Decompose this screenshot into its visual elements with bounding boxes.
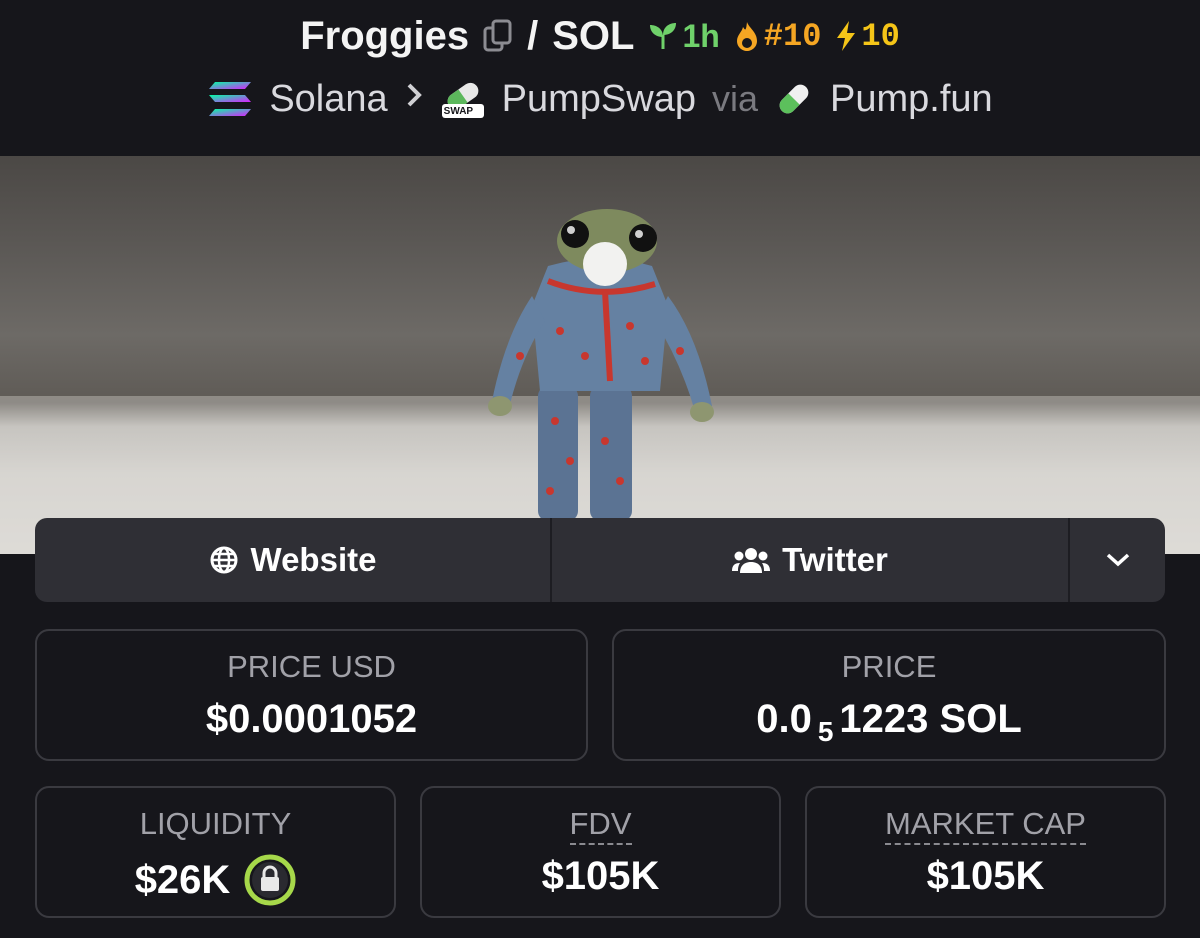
dex-link[interactable]: PumpSwap [502, 78, 696, 121]
liquidity-value-row: $26K [37, 854, 394, 906]
website-label: Website [250, 541, 377, 578]
price-native-zero-count: 5 [817, 715, 834, 747]
lock-icon[interactable] [244, 854, 296, 906]
pumpswap-badge-text: SWAP [443, 106, 474, 117]
price-usd-value: $0.0001052 [205, 697, 418, 741]
price-usd-card: PRICE USD $0.0001052 [35, 629, 588, 761]
price-native-prefix: 0.0 [756, 697, 812, 741]
fdv-label[interactable]: FDV [569, 806, 632, 845]
pair-age-badge: 1h [648, 17, 720, 55]
market-cap-card: MARKET CAP $105K [805, 786, 1166, 918]
solana-logo-icon [209, 82, 252, 116]
liquidity-card: LIQUIDITY $26K [35, 786, 396, 918]
boost-count: 10 [861, 17, 900, 55]
flame-icon [736, 22, 757, 51]
fdv-card: FDV $105K [420, 786, 781, 918]
market-cap-value: $105K [926, 854, 1045, 898]
trending-badge[interactable]: #10 [734, 17, 822, 55]
price-native-digits: 1223 SOL [839, 697, 1022, 741]
quote-token-name: SOL [552, 13, 635, 58]
base-token-name: Froggies [300, 13, 470, 58]
chain-link[interactable]: Solana [269, 78, 387, 121]
boost-badge[interactable]: 10 [835, 17, 900, 55]
fdv-label-wrap: FDV [422, 806, 779, 845]
pill-icon [779, 84, 809, 114]
pair-age-text: 1h [682, 17, 720, 54]
website-button[interactable]: Website [35, 518, 552, 602]
twitter-label: Twitter [782, 541, 888, 578]
more-links-button[interactable] [1070, 518, 1165, 602]
fdv-value: $105K [541, 854, 660, 898]
chevron-right-icon [404, 80, 424, 119]
pumpswap-logo-icon: SWAP [440, 78, 486, 120]
token-banner-image [0, 156, 1200, 554]
trending-rank: #10 [763, 17, 822, 55]
sprout-icon [650, 23, 677, 49]
chevron-down-icon [1106, 553, 1129, 567]
price-native-card: PRICE 0.0 5 1223 SOL [612, 629, 1166, 761]
copy-icon[interactable] [483, 19, 513, 53]
market-cap-label-wrap: MARKET CAP [807, 806, 1164, 845]
social-links-bar: Website Twitter [35, 518, 1165, 602]
price-usd-label: PRICE USD [227, 649, 396, 684]
launchpad-link[interactable]: Pump.fun [830, 78, 993, 121]
twitter-button[interactable]: Twitter [552, 518, 1070, 602]
market-cap-label[interactable]: MARKET CAP [885, 806, 1086, 845]
pair-header: Froggies / SOL 1h #10 10 Solana SWAP Pum… [0, 0, 1200, 156]
breadcrumb: Solana SWAP PumpSwap via Pump.fun [0, 72, 1200, 126]
pair-separator: / [527, 13, 539, 58]
price-native-label: PRICE [841, 649, 937, 684]
users-icon [732, 548, 771, 573]
liquidity-label: LIQUIDITY [139, 806, 292, 841]
pair-title: Froggies / SOL 1h #10 10 [0, 8, 1200, 64]
liquidity-value: $26K [134, 857, 231, 902]
price-native-value: 0.0 5 1223 SOL [614, 697, 1164, 747]
lightning-icon [837, 21, 856, 51]
via-label: via [711, 78, 759, 119]
globe-icon [210, 546, 238, 574]
